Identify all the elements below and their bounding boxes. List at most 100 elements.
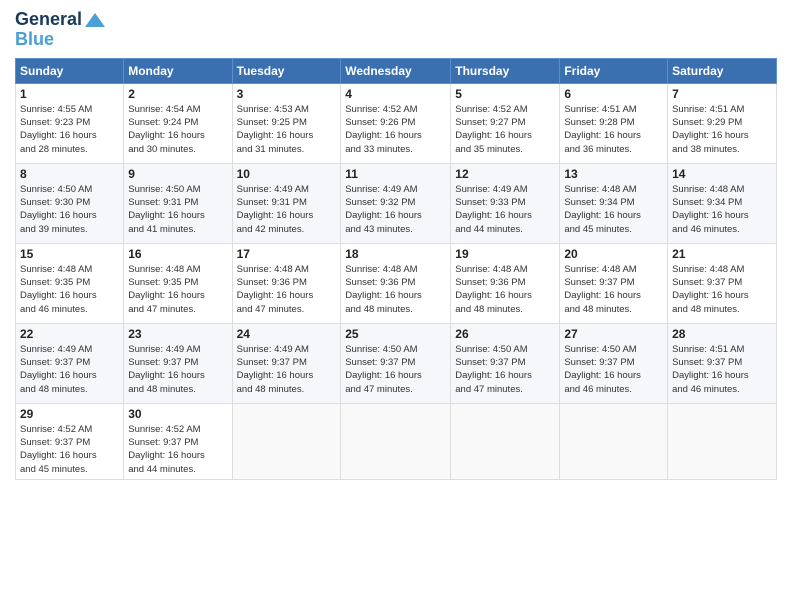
- empty-cell: [451, 403, 560, 479]
- day-cell-22: 22 Sunrise: 4:49 AM Sunset: 9:37 PM Dayli…: [16, 323, 124, 403]
- day-number: 26: [455, 327, 555, 341]
- empty-cell: [560, 403, 668, 479]
- week-row-2: 8Sunrise: 4:50 AM Sunset: 9:30 PM Daylig…: [16, 163, 777, 243]
- day-cell-5: 5Sunrise: 4:52 AM Sunset: 9:27 PM Daylig…: [451, 83, 560, 163]
- day-info: Sunrise: 4:50 AM Sunset: 9:37 PM Dayligh…: [564, 343, 663, 396]
- day-info: Sunrise: 4:48 AM Sunset: 9:37 PM Dayligh…: [672, 263, 772, 316]
- week-row-1: 1 Sunrise: 4:55 AM Sunset: 9:23 PM Daylig…: [16, 83, 777, 163]
- day-info: Sunrise: 4:49 AM Sunset: 9:32 PM Dayligh…: [345, 183, 446, 236]
- logo-general: General: [15, 10, 82, 30]
- day-number: 23: [128, 327, 227, 341]
- day-info: Sunrise: 4:50 AM Sunset: 9:37 PM Dayligh…: [455, 343, 555, 396]
- day-info: Sunrise: 4:54 AM Sunset: 9:24 PM Dayligh…: [128, 103, 227, 156]
- day-info: Sunrise: 4:48 AM Sunset: 9:35 PM Dayligh…: [20, 263, 119, 316]
- day-cell-20: 20 Sunrise: 4:48 AM Sunset: 9:37 PM Dayli…: [560, 243, 668, 323]
- day-info: Sunrise: 4:48 AM Sunset: 9:37 PM Dayligh…: [564, 263, 663, 316]
- day-cell-24: 24Sunrise: 4:49 AM Sunset: 9:37 PM Dayli…: [232, 323, 341, 403]
- day-info: Sunrise: 4:55 AM Sunset: 9:23 PM Dayligh…: [20, 103, 119, 156]
- day-number: 2: [128, 87, 227, 101]
- day-info: Sunrise: 4:49 AM Sunset: 9:37 PM Dayligh…: [128, 343, 227, 396]
- weekday-header-sunday: Sunday: [16, 58, 124, 83]
- day-cell-6: 6Sunrise: 4:51 AM Sunset: 9:28 PM Daylig…: [560, 83, 668, 163]
- day-info: Sunrise: 4:48 AM Sunset: 9:36 PM Dayligh…: [345, 263, 446, 316]
- logo: General Blue: [15, 10, 105, 50]
- page: General Blue SundayMondayTuesdayWednesda…: [0, 0, 792, 612]
- weekday-header-friday: Friday: [560, 58, 668, 83]
- logo-triangle: [85, 13, 105, 27]
- day-number: 10: [237, 167, 337, 181]
- day-info: Sunrise: 4:48 AM Sunset: 9:34 PM Dayligh…: [564, 183, 663, 236]
- day-info: Sunrise: 4:52 AM Sunset: 9:37 PM Dayligh…: [20, 423, 119, 476]
- day-cell-26: 26 Sunrise: 4:50 AM Sunset: 9:37 PM Dayli…: [451, 323, 560, 403]
- day-number: 29: [20, 407, 119, 421]
- day-number: 16: [128, 247, 227, 261]
- day-number: 30: [128, 407, 227, 421]
- day-cell-16: 16Sunrise: 4:48 AM Sunset: 9:35 PM Dayli…: [124, 243, 232, 323]
- day-cell-8: 8Sunrise: 4:50 AM Sunset: 9:30 PM Daylig…: [16, 163, 124, 243]
- day-cell-9: 9 Sunrise: 4:50 AM Sunset: 9:31 PM Daylig…: [124, 163, 232, 243]
- week-row-5: 29 Sunrise: 4:52 AM Sunset: 9:37 PM Dayli…: [16, 403, 777, 479]
- day-number: 14: [672, 167, 772, 181]
- header: General Blue: [15, 10, 777, 50]
- day-cell-11: 11Sunrise: 4:49 AM Sunset: 9:32 PM Dayli…: [341, 163, 451, 243]
- day-number: 1: [20, 87, 119, 101]
- day-number: 6: [564, 87, 663, 101]
- day-cell-28: 28 Sunrise: 4:51 AM Sunset: 9:37 PM Dayli…: [668, 323, 777, 403]
- day-info: Sunrise: 4:49 AM Sunset: 9:31 PM Dayligh…: [237, 183, 337, 236]
- day-cell-30: 30 Sunrise: 4:52 AM Sunset: 9:37 PM Dayli…: [124, 403, 232, 479]
- day-cell-7: 7 Sunrise: 4:51 AM Sunset: 9:29 PM Daylig…: [668, 83, 777, 163]
- weekday-header-thursday: Thursday: [451, 58, 560, 83]
- day-info: Sunrise: 4:50 AM Sunset: 9:30 PM Dayligh…: [20, 183, 119, 236]
- day-info: Sunrise: 4:52 AM Sunset: 9:37 PM Dayligh…: [128, 423, 227, 476]
- day-info: Sunrise: 4:50 AM Sunset: 9:37 PM Dayligh…: [345, 343, 446, 396]
- day-info: Sunrise: 4:50 AM Sunset: 9:31 PM Dayligh…: [128, 183, 227, 236]
- day-number: 18: [345, 247, 446, 261]
- day-cell-4: 4 Sunrise: 4:52 AM Sunset: 9:26 PM Daylig…: [341, 83, 451, 163]
- day-number: 25: [345, 327, 446, 341]
- day-info: Sunrise: 4:52 AM Sunset: 9:26 PM Dayligh…: [345, 103, 446, 156]
- week-row-4: 22 Sunrise: 4:49 AM Sunset: 9:37 PM Dayli…: [16, 323, 777, 403]
- day-cell-14: 14Sunrise: 4:48 AM Sunset: 9:34 PM Dayli…: [668, 163, 777, 243]
- day-info: Sunrise: 4:48 AM Sunset: 9:36 PM Dayligh…: [455, 263, 555, 316]
- day-cell-27: 27Sunrise: 4:50 AM Sunset: 9:37 PM Dayli…: [560, 323, 668, 403]
- day-info: Sunrise: 4:51 AM Sunset: 9:29 PM Dayligh…: [672, 103, 772, 156]
- logo-text-block: General Blue: [15, 10, 105, 50]
- weekday-header-saturday: Saturday: [668, 58, 777, 83]
- weekday-header-tuesday: Tuesday: [232, 58, 341, 83]
- day-info: Sunrise: 4:53 AM Sunset: 9:25 PM Dayligh…: [237, 103, 337, 156]
- day-number: 4: [345, 87, 446, 101]
- day-number: 7: [672, 87, 772, 101]
- day-info: Sunrise: 4:49 AM Sunset: 9:37 PM Dayligh…: [20, 343, 119, 396]
- empty-cell: [232, 403, 341, 479]
- day-cell-17: 17Sunrise: 4:48 AM Sunset: 9:36 PM Dayli…: [232, 243, 341, 323]
- week-row-3: 15Sunrise: 4:48 AM Sunset: 9:35 PM Dayli…: [16, 243, 777, 323]
- day-number: 19: [455, 247, 555, 261]
- day-info: Sunrise: 4:51 AM Sunset: 9:37 PM Dayligh…: [672, 343, 772, 396]
- weekday-header-wednesday: Wednesday: [341, 58, 451, 83]
- day-cell-13: 13Sunrise: 4:48 AM Sunset: 9:34 PM Dayli…: [560, 163, 668, 243]
- day-cell-15: 15Sunrise: 4:48 AM Sunset: 9:35 PM Dayli…: [16, 243, 124, 323]
- logo-blue: Blue: [15, 29, 54, 49]
- empty-cell: [341, 403, 451, 479]
- day-cell-25: 25 Sunrise: 4:50 AM Sunset: 9:37 PM Dayli…: [341, 323, 451, 403]
- day-cell-12: 12Sunrise: 4:49 AM Sunset: 9:33 PM Dayli…: [451, 163, 560, 243]
- day-cell-3: 3Sunrise: 4:53 AM Sunset: 9:25 PM Daylig…: [232, 83, 341, 163]
- day-number: 21: [672, 247, 772, 261]
- day-cell-1: 1 Sunrise: 4:55 AM Sunset: 9:23 PM Daylig…: [16, 83, 124, 163]
- day-info: Sunrise: 4:52 AM Sunset: 9:27 PM Dayligh…: [455, 103, 555, 156]
- day-number: 28: [672, 327, 772, 341]
- day-number: 9: [128, 167, 227, 181]
- day-number: 20: [564, 247, 663, 261]
- calendar: SundayMondayTuesdayWednesdayThursdayFrid…: [15, 58, 777, 480]
- day-number: 22: [20, 327, 119, 341]
- empty-cell: [668, 403, 777, 479]
- day-number: 24: [237, 327, 337, 341]
- weekday-header-monday: Monday: [124, 58, 232, 83]
- day-cell-19: 19 Sunrise: 4:48 AM Sunset: 9:36 PM Dayli…: [451, 243, 560, 323]
- day-cell-23: 23 Sunrise: 4:49 AM Sunset: 9:37 PM Dayli…: [124, 323, 232, 403]
- day-cell-21: 21 Sunrise: 4:48 AM Sunset: 9:37 PM Dayli…: [668, 243, 777, 323]
- day-cell-2: 2 Sunrise: 4:54 AM Sunset: 9:24 PM Daylig…: [124, 83, 232, 163]
- day-cell-10: 10 Sunrise: 4:49 AM Sunset: 9:31 PM Dayli…: [232, 163, 341, 243]
- day-cell-29: 29 Sunrise: 4:52 AM Sunset: 9:37 PM Dayli…: [16, 403, 124, 479]
- day-info: Sunrise: 4:49 AM Sunset: 9:33 PM Dayligh…: [455, 183, 555, 236]
